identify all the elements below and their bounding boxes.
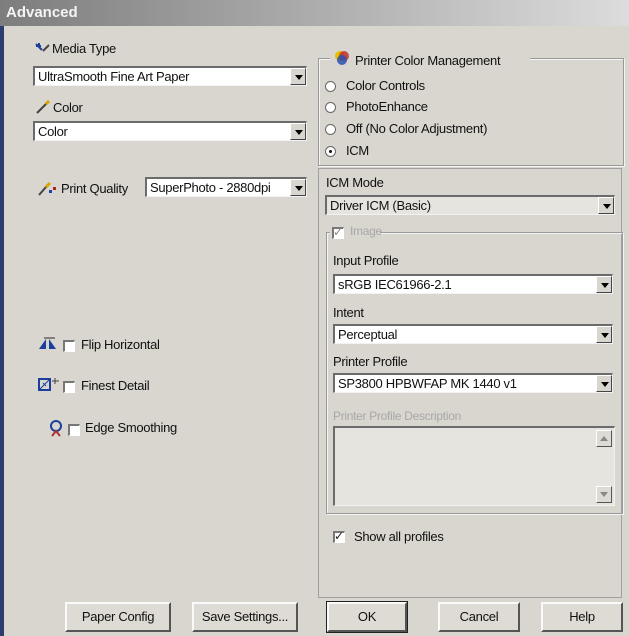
advanced-dialog: Advanced Media Type UltraSmooth Fine Art… — [0, 0, 629, 636]
input-profile-select[interactable]: sRGB IEC61966-2.1 — [333, 274, 613, 294]
media-type-label: Media Type — [52, 41, 116, 56]
input-profile-label: Input Profile — [333, 253, 399, 268]
media-type-icon — [35, 43, 50, 52]
color-management-icon — [335, 51, 349, 65]
color-label: Color — [53, 100, 83, 115]
chevron-down-icon[interactable] — [596, 276, 612, 293]
cancel-button[interactable]: Cancel — [438, 602, 520, 632]
help-button[interactable]: Help — [541, 602, 623, 632]
radio-photoenhance[interactable] — [325, 102, 336, 113]
window-title: Advanced — [6, 4, 78, 21]
print-quality-icon — [38, 181, 56, 196]
printer-profile-select[interactable]: SP3800 HPBWFAP MK 1440 v1 — [333, 373, 613, 393]
scroll-up-icon[interactable] — [596, 430, 612, 447]
color-pen-icon — [36, 99, 51, 114]
flip-horizontal-checkbox[interactable] — [63, 340, 75, 352]
intent-select[interactable]: Perceptual — [333, 324, 613, 344]
chevron-down-icon[interactable] — [596, 326, 612, 343]
scroll-down-icon[interactable] — [596, 486, 612, 503]
edge-smoothing-checkbox[interactable] — [68, 424, 80, 436]
flip-horizontal-label[interactable]: Flip Horizontal — [81, 337, 160, 352]
edge-smoothing-label[interactable]: Edge Smoothing — [85, 420, 177, 435]
printer-profile-description-field — [333, 426, 615, 506]
radio-icm[interactable] — [325, 146, 336, 157]
image-checkbox[interactable] — [332, 225, 344, 239]
icm-mode-select[interactable]: Driver ICM (Basic) — [325, 195, 615, 215]
printer-profile-description-label: Printer Profile Description — [333, 409, 461, 423]
radio-off-no-color-adjustment[interactable] — [325, 124, 336, 135]
radio-icm-label[interactable]: ICM — [346, 143, 369, 158]
finest-detail-checkbox[interactable] — [63, 381, 75, 393]
print-quality-select[interactable]: SuperPhoto - 2880dpi — [145, 177, 307, 197]
radio-color-controls-label[interactable]: Color Controls — [346, 78, 425, 93]
chevron-down-icon[interactable] — [598, 197, 614, 214]
chevron-down-icon[interactable] — [290, 123, 306, 140]
printer-profile-label: Printer Profile — [333, 354, 408, 369]
chevron-down-icon[interactable] — [290, 179, 306, 196]
show-all-profiles-label[interactable]: Show all profiles — [354, 529, 444, 544]
printer-color-management-title: Printer Color Management — [355, 53, 501, 68]
flip-horizontal-icon — [39, 337, 56, 349]
edge-smoothing-icon — [50, 420, 62, 437]
show-all-profiles-checkbox[interactable] — [333, 529, 345, 543]
window-left-edge — [0, 26, 4, 636]
color-select[interactable]: Color — [33, 121, 307, 141]
print-quality-label: Print Quality — [61, 181, 128, 196]
chevron-down-icon[interactable] — [290, 68, 306, 85]
radio-photoenhance-label[interactable]: PhotoEnhance — [346, 99, 428, 114]
chevron-down-icon[interactable] — [596, 375, 612, 392]
finest-detail-icon — [38, 378, 59, 391]
radio-off-label[interactable]: Off (No Color Adjustment) — [346, 121, 487, 136]
paper-config-button[interactable]: Paper Config — [65, 602, 171, 632]
title-bar: Advanced — [0, 0, 629, 26]
image-label: Image — [350, 224, 382, 238]
intent-label: Intent — [333, 305, 364, 320]
save-settings-button[interactable]: Save Settings... — [192, 602, 298, 632]
finest-detail-label[interactable]: Finest Detail — [81, 378, 150, 393]
icm-mode-label: ICM Mode — [326, 175, 384, 190]
media-type-select[interactable]: UltraSmooth Fine Art Paper — [33, 66, 307, 86]
ok-button[interactable]: OK — [326, 601, 408, 633]
radio-color-controls[interactable] — [325, 81, 336, 92]
